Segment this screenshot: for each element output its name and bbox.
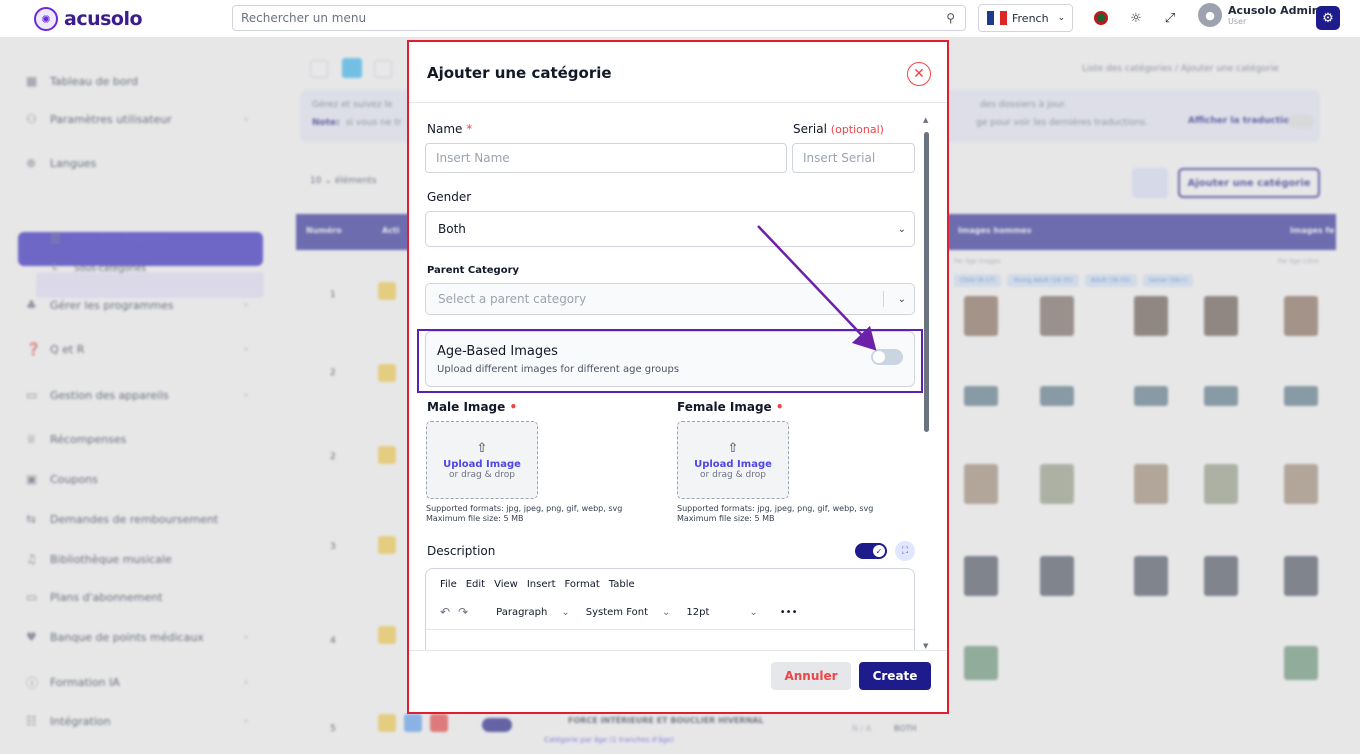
rich-text-editor[interactable]: File Edit View Insert Format Table ↶ ↷ P… xyxy=(425,568,915,658)
block-format-select[interactable]: Paragraph ⌄ xyxy=(492,607,574,618)
name-label: Name * xyxy=(427,122,472,136)
description-label: Description xyxy=(427,544,496,558)
male-format-info: Supported formats: jpg, jpeg, png, gif, … xyxy=(426,504,622,524)
language-select[interactable]: French ⌄ xyxy=(978,4,1073,32)
search-icon[interactable]: ⚲ xyxy=(946,11,955,25)
undo-icon[interactable]: ↶ xyxy=(440,605,450,619)
more-options-icon[interactable]: ••• xyxy=(780,607,798,618)
chevron-down-icon: ⌄ xyxy=(749,606,758,618)
font-family-select[interactable]: System Font ⌄ xyxy=(582,607,675,618)
age-based-images-title: Age-Based Images xyxy=(437,344,558,359)
settings-gear-icon[interactable]: ⚙ xyxy=(1316,6,1340,30)
chevron-down-icon: ⌄ xyxy=(897,223,906,235)
editor-menubar: File Edit View Insert Format Table xyxy=(440,579,635,590)
modal-title: Ajouter une catégorie xyxy=(427,64,612,82)
modal-divider xyxy=(409,102,947,103)
user-role: User xyxy=(1228,16,1247,26)
name-placeholder: Insert Name xyxy=(436,151,510,165)
upload-title: Upload Image xyxy=(694,458,772,470)
menu-table[interactable]: Table xyxy=(609,579,635,590)
user-menu[interactable]: ● Acusolo Admin User xyxy=(1198,3,1320,27)
menu-view[interactable]: View xyxy=(494,579,518,590)
editor-toolbar: ↶ ↷ Paragraph ⌄ System Font ⌄ 12pt ⌄ ••• xyxy=(440,605,797,619)
serial-label-text: Serial xyxy=(793,122,827,136)
female-image-label: Female Image • xyxy=(677,400,784,414)
male-image-dropzone[interactable]: ⇧ Upload Image or drag & drop xyxy=(426,421,538,499)
chevron-down-icon: ⌄ xyxy=(662,606,671,618)
toggle-knob xyxy=(873,351,885,363)
menu-format[interactable]: Format xyxy=(565,579,600,590)
close-icon[interactable]: ✕ xyxy=(907,62,931,86)
formats-text: Supported formats: jpg, jpeg, png, gif, … xyxy=(677,504,874,513)
scrollbar-thumb[interactable] xyxy=(924,132,929,432)
name-input[interactable]: Insert Name xyxy=(425,143,787,173)
scroll-down-icon[interactable]: ▼ xyxy=(923,642,928,650)
female-image-dropzone[interactable]: ⇧ Upload Image or drag & drop xyxy=(677,421,789,499)
parent-category-label: Parent Category xyxy=(427,265,520,276)
max-size-text: Maximum file size: 5 MB xyxy=(677,514,775,523)
user-name: Acusolo Admin xyxy=(1228,3,1320,17)
brand-logo[interactable]: ✺ acusolo xyxy=(34,7,143,31)
male-image-label: Male Image • xyxy=(427,400,517,414)
upload-icon: ⇧ xyxy=(476,440,488,456)
upload-icon: ⇧ xyxy=(727,440,739,456)
expand-icon[interactable]: ⛶ xyxy=(895,541,915,561)
gender-label: Gender xyxy=(427,190,472,204)
upload-subtitle: or drag & drop xyxy=(700,469,766,480)
description-toggle[interactable]: ✓ xyxy=(855,543,887,559)
required-marker: • xyxy=(775,400,784,414)
search-input[interactable]: Rechercher un menu ⚲ xyxy=(232,5,966,31)
font-size-value: 12pt xyxy=(686,606,710,618)
gender-select[interactable]: Both ⌄ xyxy=(425,211,915,247)
language-label: French xyxy=(1012,11,1049,25)
fullscreen-icon[interactable]: ⤢ xyxy=(1160,8,1180,28)
serial-placeholder: Insert Serial xyxy=(803,151,876,165)
france-flag-icon xyxy=(987,11,1008,25)
age-based-images-highlight xyxy=(417,329,923,393)
gender-value: Both xyxy=(438,222,466,236)
female-image-label-text: Female Image xyxy=(677,400,772,414)
editor-divider xyxy=(426,629,914,630)
age-based-images-subtitle: Upload different images for different ag… xyxy=(437,364,680,375)
female-format-info: Supported formats: jpg, jpeg, png, gif, … xyxy=(677,504,873,524)
chevron-down-icon: ⌄ xyxy=(561,606,570,618)
max-size-text: Maximum file size: 5 MB xyxy=(426,514,524,523)
chevron-down-icon: ⌄ xyxy=(1057,13,1066,23)
menu-edit[interactable]: Edit xyxy=(466,579,485,590)
top-bar: ✺ acusolo Rechercher un menu ⚲ French ⌄ … xyxy=(0,0,1360,38)
brand-name: acusolo xyxy=(64,8,143,30)
menu-insert[interactable]: Insert xyxy=(527,579,556,590)
avatar: ● xyxy=(1198,3,1222,27)
name-label-text: Name xyxy=(427,122,463,136)
block-format-value: Paragraph xyxy=(496,606,548,618)
upload-subtitle: or drag & drop xyxy=(449,469,515,480)
serial-input[interactable]: Insert Serial xyxy=(792,143,915,173)
menu-file[interactable]: File xyxy=(440,579,457,590)
cancel-button[interactable]: Annuler xyxy=(771,662,851,690)
chevron-down-icon: ⌄ xyxy=(897,293,906,305)
formats-text: Supported formats: jpg, jpeg, png, gif, … xyxy=(426,504,623,513)
modal-scrollbar[interactable]: ▲ ▼ xyxy=(923,116,931,652)
create-button[interactable]: Create xyxy=(859,662,931,690)
theme-sun-icon[interactable]: ☼ xyxy=(1126,8,1146,28)
font-family-value: System Font xyxy=(585,606,648,618)
search-placeholder: Rechercher un menu xyxy=(241,11,367,25)
required-marker: • xyxy=(509,400,518,414)
optional-marker: (optional) xyxy=(830,123,884,136)
serial-label: Serial (optional) xyxy=(793,122,884,136)
age-based-images-toggle[interactable] xyxy=(871,349,903,365)
check-icon: ✓ xyxy=(873,545,885,557)
redo-icon[interactable]: ↷ xyxy=(458,605,468,619)
parent-category-placeholder: Select a parent category xyxy=(438,292,587,306)
male-image-label-text: Male Image xyxy=(427,400,506,414)
logo-icon: ✺ xyxy=(34,7,58,31)
upload-title: Upload Image xyxy=(443,458,521,470)
palette-icon[interactable] xyxy=(1091,8,1111,28)
parent-category-select[interactable]: Select a parent category ⌄ xyxy=(425,283,915,315)
select-separator xyxy=(883,291,884,307)
add-category-modal: Ajouter une catégorie ✕ Name * Serial (o… xyxy=(407,40,949,714)
scroll-up-icon[interactable]: ▲ xyxy=(923,116,928,124)
font-size-select[interactable]: 12pt ⌄ xyxy=(682,607,761,618)
required-marker: * xyxy=(466,122,473,136)
